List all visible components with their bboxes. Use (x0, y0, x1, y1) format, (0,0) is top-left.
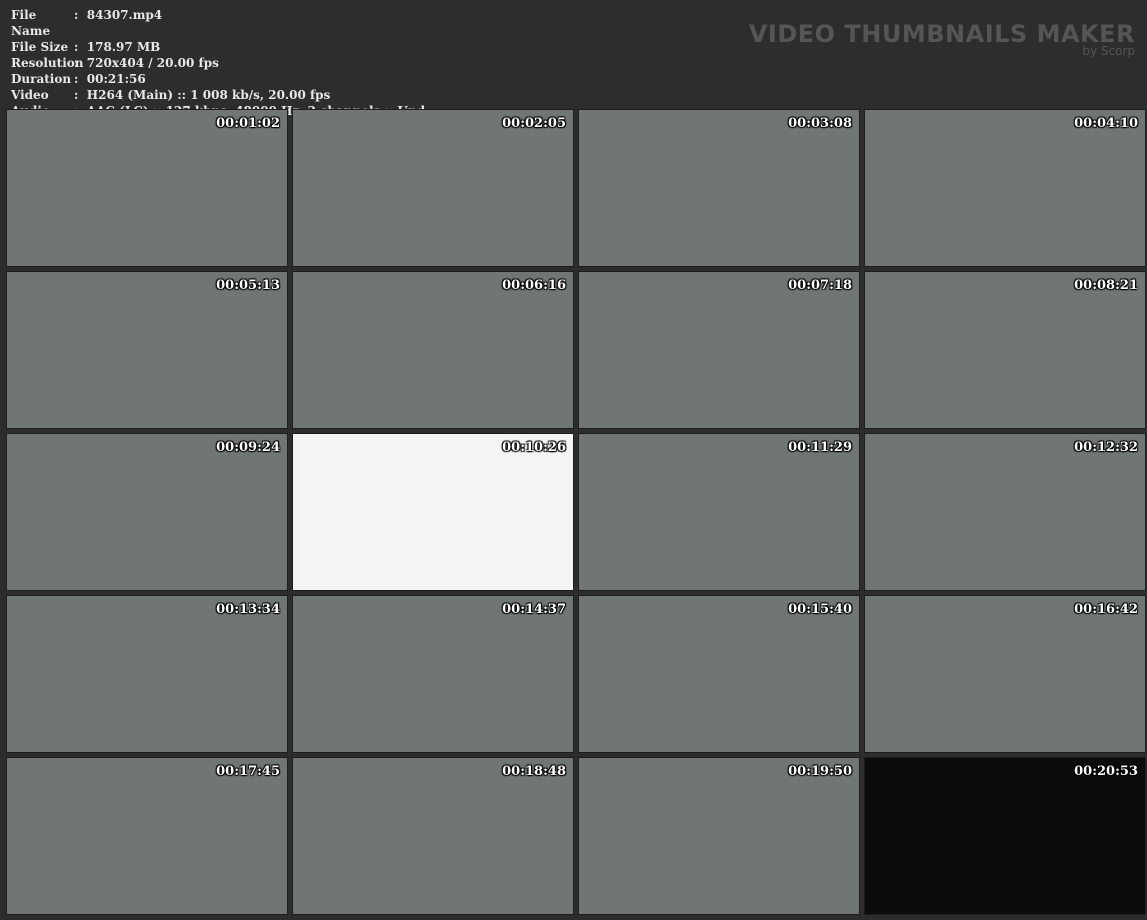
info-row: File Name: 84307.mp4 (11, 7, 425, 39)
info-colon: : (74, 72, 87, 86)
thumbnail-timestamp: 00:17:45 (216, 764, 280, 779)
info-value: 00:21:56 (86, 72, 146, 86)
thumbnail-timestamp: 00:12:32 (1074, 440, 1138, 455)
info-label: Resolution (11, 56, 84, 70)
thumbnail-timestamp: 00:05:13 (216, 278, 280, 293)
video-thumbnail: 00:15:40 (578, 595, 860, 753)
info-colon: : (74, 8, 87, 22)
video-thumbnail: 00:07:18 (578, 271, 860, 429)
thumbnail-timestamp: 00:15:40 (788, 602, 852, 617)
video-thumbnail: 00:06:16 (292, 271, 574, 429)
video-thumbnail: 00:16:42 (864, 595, 1146, 753)
video-thumbnail: 00:05:13 (6, 271, 288, 429)
video-thumbnail: 00:14:37 (292, 595, 574, 753)
thumbnail-timestamp: 00:03:08 (788, 116, 852, 131)
info-value: 720x404 / 20.00 fps (86, 56, 219, 70)
video-thumbnail: 00:04:10 (864, 109, 1146, 267)
info-label: Duration (11, 72, 72, 86)
video-thumbnail: 00:10:26 (292, 433, 574, 591)
thumbnail-timestamp: 00:06:16 (502, 278, 566, 293)
video-thumbnail: 00:17:45 (6, 757, 288, 915)
thumbnail-grid: 00:01:02 00:02:05 00:03:08 00:04:10 00:05:13… (6, 109, 1146, 915)
info-value: H264 (Main) :: 1 008 kb/s, 20.00 fps (86, 88, 331, 102)
thumbnail-timestamp: 00:08:21 (1074, 278, 1138, 293)
info-colon: : (74, 88, 87, 102)
thumbnail-timestamp: 00:09:24 (216, 440, 280, 455)
video-thumbnail: 00:18:48 (292, 757, 574, 915)
brand-title: VIDEO THUMBNAILS MAKER (748, 20, 1135, 48)
thumbnail-timestamp: 00:10:26 (502, 440, 566, 455)
info-row: Duration: 00:21:56 (11, 71, 425, 87)
thumbnail-timestamp: 00:14:37 (502, 602, 566, 617)
video-thumbnail: 00:11:29 (578, 433, 860, 591)
info-row: File Size: 178.97 MB (11, 39, 425, 55)
info-label: Video (11, 88, 49, 102)
info-value: 84307.mp4 (86, 8, 163, 22)
video-thumbnail: 00:12:32 (864, 433, 1146, 591)
info-label: File Size (11, 40, 69, 54)
file-info: File Name: 84307.mp4 File Size: 178.97 MB… (11, 7, 425, 119)
thumbnail-timestamp: 00:01:02 (216, 116, 280, 131)
video-thumbnail: 00:03:08 (578, 109, 860, 267)
thumbnail-timestamp: 00:11:29 (788, 440, 852, 455)
thumbnail-timestamp: 00:13:34 (216, 602, 280, 617)
thumbnail-timestamp: 00:07:18 (788, 278, 852, 293)
thumbnail-timestamp: 00:19:50 (788, 764, 852, 779)
video-thumbnail: 00:02:05 (292, 109, 574, 267)
video-thumbnail: 00:09:24 (6, 433, 288, 591)
info-colon: : (74, 56, 87, 70)
brand-logo: VIDEO THUMBNAILS MAKER by Scorp (749, 20, 1135, 58)
info-label: File Name (11, 8, 51, 38)
video-thumbnail: 00:01:02 (6, 109, 288, 267)
video-thumbnail: 00:13:34 (6, 595, 288, 753)
info-value: 178.97 MB (86, 40, 161, 54)
info-row: Video: H264 (Main) :: 1 008 kb/s, 20.00 … (11, 87, 425, 103)
video-thumbnail: 00:20:53 (864, 757, 1146, 915)
info-row: Resolution: 720x404 / 20.00 fps (11, 55, 425, 71)
video-thumbnail: 00:08:21 (864, 271, 1146, 429)
thumbnail-timestamp: 00:04:10 (1074, 116, 1138, 131)
thumbnail-timestamp: 00:02:05 (502, 116, 566, 131)
thumbnail-timestamp: 00:16:42 (1074, 602, 1138, 617)
info-colon: : (74, 40, 87, 54)
video-thumbnail: 00:19:50 (578, 757, 860, 915)
thumbnail-timestamp: 00:20:53 (1074, 764, 1138, 779)
thumbnail-timestamp: 00:18:48 (502, 764, 566, 779)
